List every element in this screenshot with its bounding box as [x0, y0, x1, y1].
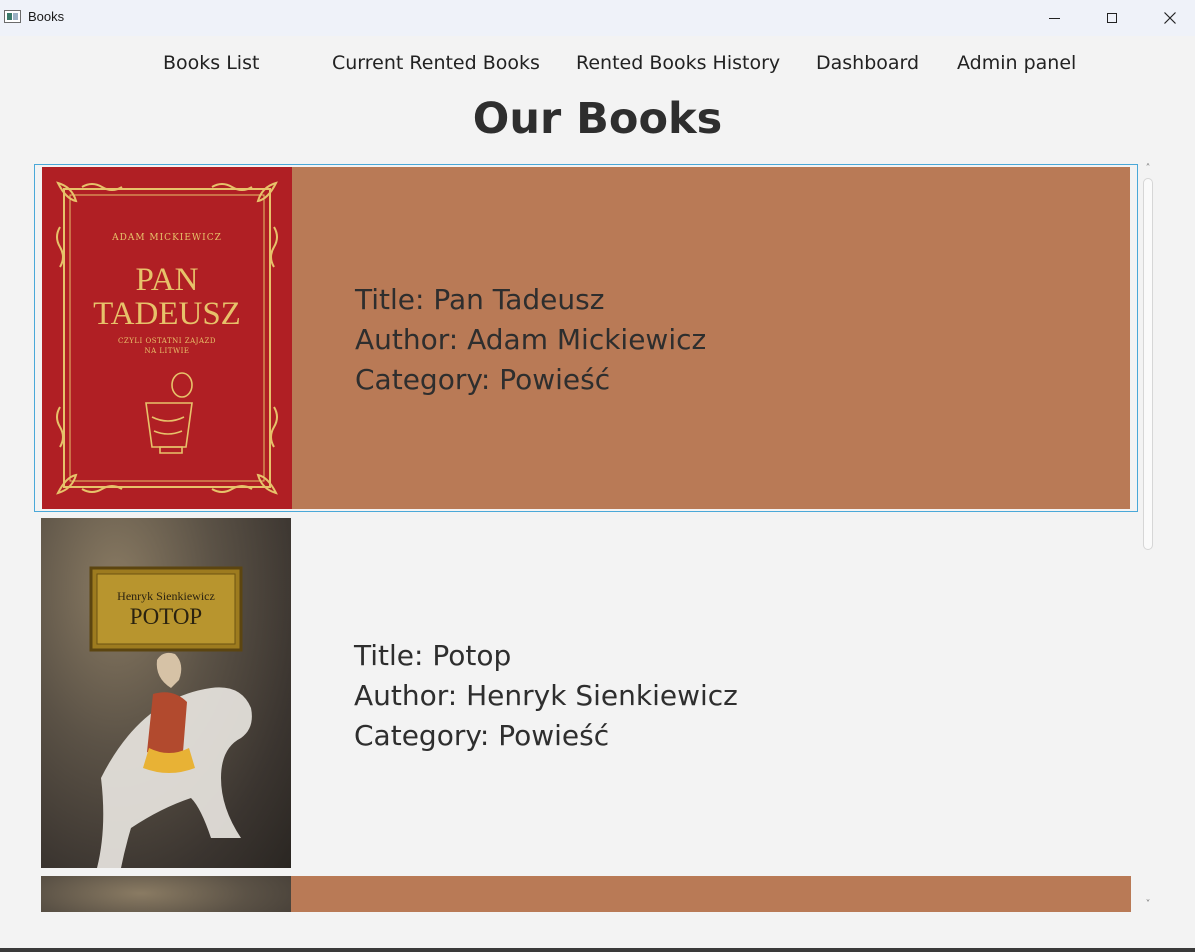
- main-nav: Books List Current Rented Books Rented B…: [0, 52, 1195, 78]
- cover-title-line2: TADEUSZ: [93, 296, 241, 332]
- window-titlebar: Books: [0, 0, 1195, 36]
- book-cover-image: [41, 876, 291, 912]
- book-list[interactable]: ADAM MICKIEWICZ PAN TADEUSZ CZYLI OSTATN…: [34, 164, 1138, 912]
- nav-admin-panel[interactable]: Admin panel: [957, 52, 1076, 74]
- book-category: Category: Powieść: [354, 719, 610, 752]
- cover-title-line1: POTOP: [129, 604, 203, 629]
- book-info: Title: Potop Author: Henryk Sienkiewicz …: [354, 636, 738, 756]
- book-author: Author: Adam Mickiewicz: [355, 323, 707, 356]
- close-icon: [1164, 12, 1176, 24]
- book-card[interactable]: Henryk Sienkiewicz POTOP Title: Potop Au…: [34, 516, 1138, 870]
- book-cover-image: Henryk Sienkiewicz POTOP: [41, 518, 291, 868]
- window-title: Books: [28, 9, 65, 24]
- close-button[interactable]: [1141, 0, 1195, 36]
- nav-dashboard[interactable]: Dashboard: [816, 52, 919, 74]
- book-cover-image: ADAM MICKIEWICZ PAN TADEUSZ CZYLI OSTATN…: [42, 167, 292, 509]
- maximize-icon: [1107, 13, 1117, 23]
- page-title: Our Books: [472, 94, 723, 144]
- book-card[interactable]: ADAM MICKIEWICZ PAN TADEUSZ CZYLI OSTATN…: [34, 164, 1138, 512]
- taskbar-edge: [0, 948, 1195, 952]
- book-title: Title: Pan Tadeusz: [355, 283, 605, 316]
- scroll-down-icon[interactable]: ˅: [1143, 900, 1153, 910]
- scrollbar-thumb[interactable]: [1143, 178, 1153, 550]
- nav-current-rented-books[interactable]: Current Rented Books: [332, 52, 540, 74]
- cover-subtitle-line2: NA LITWIE: [144, 347, 190, 355]
- book-card[interactable]: [34, 874, 1138, 912]
- minimize-icon: [1048, 17, 1060, 19]
- scroll-up-icon[interactable]: ˄: [1143, 164, 1153, 174]
- cover-author-text: Henryk Sienkiewicz: [117, 589, 215, 603]
- nav-books-list[interactable]: Books List: [163, 52, 259, 74]
- cover-title-line1: PAN: [135, 262, 199, 298]
- book-category: Category: Powieść: [355, 363, 611, 396]
- nav-rented-books-history[interactable]: Rented Books History: [576, 52, 780, 74]
- cover-author-text: ADAM MICKIEWICZ: [112, 233, 222, 243]
- book-title: Title: Potop: [354, 639, 512, 672]
- book-info: Title: Pan Tadeusz Author: Adam Mickiewi…: [355, 280, 706, 400]
- maximize-button[interactable]: [1083, 0, 1141, 36]
- app-window-icon: [4, 10, 21, 23]
- book-author: Author: Henryk Sienkiewicz: [354, 679, 738, 712]
- cover-subtitle-line1: CZYLI OSTATNI ZAJAZD: [117, 337, 216, 345]
- list-scrollbar[interactable]: ˄ ˅: [1140, 164, 1156, 912]
- minimize-button[interactable]: [1025, 0, 1083, 36]
- horseman-painting-icon: [89, 566, 252, 868]
